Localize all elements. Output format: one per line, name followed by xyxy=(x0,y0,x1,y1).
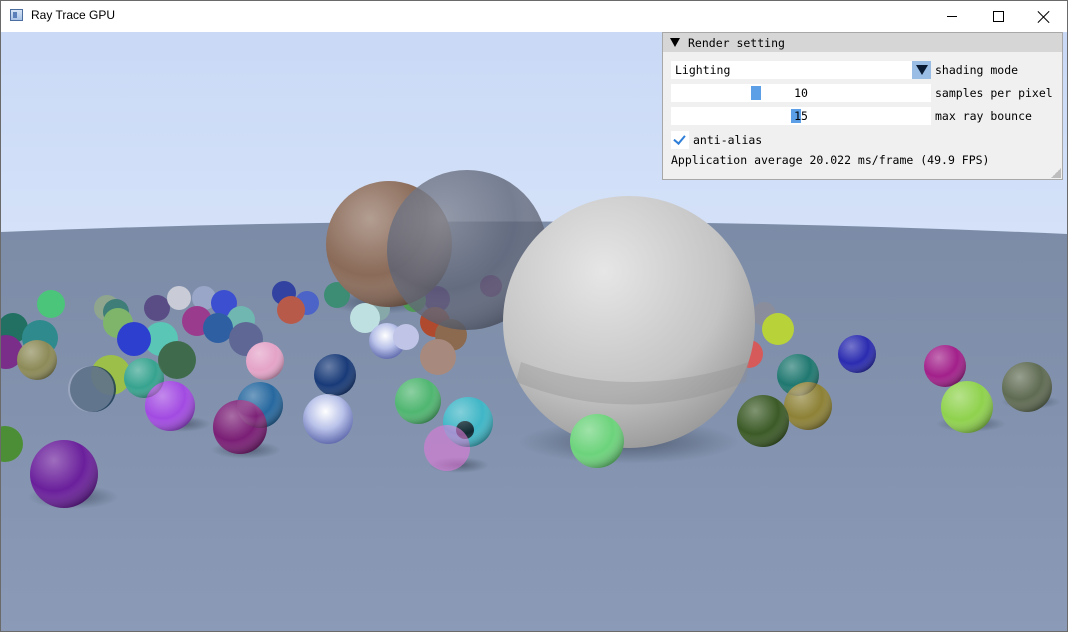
samples-per-pixel-label: samples per pixel xyxy=(935,86,1053,100)
maximize-icon xyxy=(992,11,1004,22)
close-button[interactable] xyxy=(1021,1,1067,32)
shading-mode-combo[interactable]: Lighting xyxy=(671,61,931,79)
close-icon xyxy=(1038,11,1050,23)
resize-grip-icon[interactable] xyxy=(1051,168,1061,178)
minimize-button[interactable] xyxy=(929,1,975,32)
max-ray-bounce-value: 15 xyxy=(794,109,808,123)
window-title: Ray Trace GPU xyxy=(31,8,116,22)
max-ray-bounce-slider[interactable]: 15 xyxy=(671,107,931,125)
collapse-arrow-icon[interactable] xyxy=(670,38,680,47)
app-icon xyxy=(10,9,23,21)
chevron-down-icon xyxy=(915,65,928,75)
minimize-icon xyxy=(947,16,957,17)
shading-mode-value: Lighting xyxy=(675,63,731,77)
shading-mode-label: shading mode xyxy=(935,63,1019,77)
panel-header[interactable]: Render setting xyxy=(663,33,1062,52)
checkmark-icon xyxy=(673,132,686,145)
anti-alias-label: anti-alias xyxy=(693,133,763,147)
fps-readout: Application average 20.022 ms/frame (49.… xyxy=(671,153,990,167)
samples-per-pixel-slider[interactable]: 10 xyxy=(671,84,931,102)
app-window: Ray Trace GPU Render setting Lighting sh… xyxy=(0,0,1068,632)
render-settings-panel: Render setting Lighting shading mode 10 … xyxy=(662,32,1063,180)
anti-alias-checkbox[interactable] xyxy=(671,131,689,149)
title-bar[interactable]: Ray Trace GPU xyxy=(1,1,1067,32)
max-ray-bounce-label: max ray bounce xyxy=(935,109,1032,123)
panel-title: Render setting xyxy=(688,36,785,50)
samples-per-pixel-value: 10 xyxy=(794,86,808,100)
maximize-button[interactable] xyxy=(975,1,1021,32)
combo-dropdown-button[interactable] xyxy=(912,61,931,79)
